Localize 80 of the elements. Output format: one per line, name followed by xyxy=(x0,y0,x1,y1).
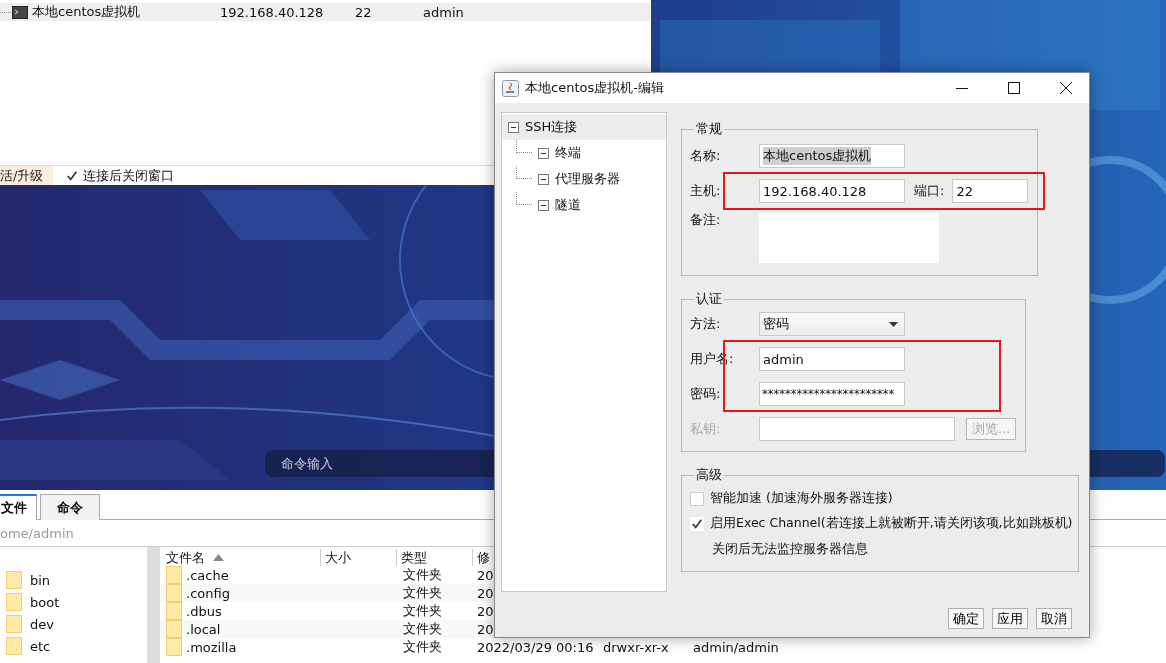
minimize-icon xyxy=(956,87,968,89)
option-note: 关闭后无法监控服务器信息 xyxy=(711,539,869,558)
file-name[interactable]: .mozilla xyxy=(186,639,237,655)
tree-item[interactable]: 代理服务器 xyxy=(502,166,666,192)
field-label: 名称: xyxy=(690,147,722,165)
field-label: 主机: xyxy=(690,182,722,200)
folder-icon xyxy=(166,566,182,584)
folder-name[interactable]: dev xyxy=(30,616,54,632)
collapse-icon[interactable] xyxy=(538,173,549,185)
checkbox-label: 连接后关闭窗口 xyxy=(83,166,175,185)
group-title: 常规 xyxy=(695,120,723,138)
field-label: 密码: xyxy=(690,385,722,403)
folder-icon xyxy=(166,638,182,656)
collapse-icon[interactable] xyxy=(508,121,519,133)
folder-icon xyxy=(6,615,22,633)
file-modified: 20 xyxy=(477,603,494,619)
dialog-button[interactable]: 取消 xyxy=(1036,608,1072,629)
tab[interactable]: 命令 xyxy=(40,494,100,520)
file-type: 文件夹 xyxy=(403,638,442,656)
java-cup-icon xyxy=(502,79,519,97)
port-field[interactable]: 22 xyxy=(952,179,1029,203)
file-name[interactable]: .config xyxy=(186,585,230,601)
folder-icon xyxy=(6,593,22,611)
connection-user: admin xyxy=(423,4,465,20)
close-icon xyxy=(1060,82,1072,94)
dialog-button[interactable]: 确定 xyxy=(948,608,984,629)
group-title: 认证 xyxy=(695,290,723,308)
file-type: 文件夹 xyxy=(403,620,442,638)
file-modified: 20 xyxy=(477,567,494,583)
field-label: 备注: xyxy=(690,211,722,229)
activate-link[interactable]: 活/升级 xyxy=(0,166,54,185)
folder-icon xyxy=(166,620,182,638)
file-owner: admin/admin xyxy=(693,639,779,655)
file-modified: 20 xyxy=(477,585,494,601)
caret-icon xyxy=(889,321,898,327)
name-field[interactable]: 本地centos虚拟机 xyxy=(759,144,905,168)
file-type: 文件夹 xyxy=(403,584,442,602)
password-field[interactable]: *********************** xyxy=(759,382,905,406)
file-modified: 2022/03/29 00:16 xyxy=(477,639,594,655)
username-field[interactable]: admin xyxy=(759,347,905,371)
file-name[interactable]: .dbus xyxy=(186,603,222,619)
maximize-icon xyxy=(1008,82,1020,94)
column-header[interactable]: 文件名 xyxy=(160,548,320,567)
file-name[interactable]: .local xyxy=(186,621,221,637)
connection-host: 192.168.40.128 xyxy=(220,4,325,20)
field-label: 端口: xyxy=(914,182,945,200)
folder-name[interactable]: boot xyxy=(30,594,60,610)
checkbox[interactable] xyxy=(690,516,704,531)
collapse-icon[interactable] xyxy=(538,147,549,159)
folder-name[interactable]: bin xyxy=(30,572,51,588)
method-dropdown[interactable]: 密码 xyxy=(759,312,905,336)
file-type: 文件夹 xyxy=(403,602,442,620)
field-label: 方法: xyxy=(690,315,722,333)
option-label: 启用Exec Channel(若连接上就被断开,请关闭该项,比如跳板机) xyxy=(710,515,1073,532)
private-key-field[interactable] xyxy=(759,417,955,441)
checkbox[interactable] xyxy=(690,491,704,506)
tree-item[interactable]: 终端 xyxy=(502,140,666,166)
host-field[interactable]: 192.168.40.128 xyxy=(759,179,905,203)
file-permissions: drwxr-xr-x xyxy=(603,639,669,655)
option-label: 智能加速 (加速海外服务器连接) xyxy=(710,490,893,507)
dialog-button[interactable]: 应用 xyxy=(992,608,1028,629)
file-modified: 20 xyxy=(477,621,494,637)
collapse-icon[interactable] xyxy=(538,199,549,211)
folder-icon xyxy=(6,571,22,589)
connection-port: 22 xyxy=(355,4,373,20)
folder-icon xyxy=(166,584,182,602)
connection-name: 本地centos虚拟机 xyxy=(32,3,142,21)
folder-icon xyxy=(6,637,22,655)
field-label: 私钥: xyxy=(690,420,722,438)
file-name[interactable]: .cache xyxy=(186,567,229,583)
tab[interactable]: 文件 xyxy=(0,494,37,520)
tree-item[interactable]: 隧道 xyxy=(502,192,666,218)
group-title: 高级 xyxy=(695,466,723,484)
folder-name[interactable]: etc xyxy=(30,638,51,654)
terminal-icon xyxy=(12,5,28,19)
folder-icon xyxy=(166,602,182,620)
connection-row[interactable]: 本地centos虚拟机 192.168.40.128 22 admin xyxy=(0,3,651,21)
window-title: 本地centos虚拟机-编辑 xyxy=(525,79,665,97)
tree-item[interactable]: SSH连接 xyxy=(502,114,666,140)
file-type: 文件夹 xyxy=(403,566,442,584)
